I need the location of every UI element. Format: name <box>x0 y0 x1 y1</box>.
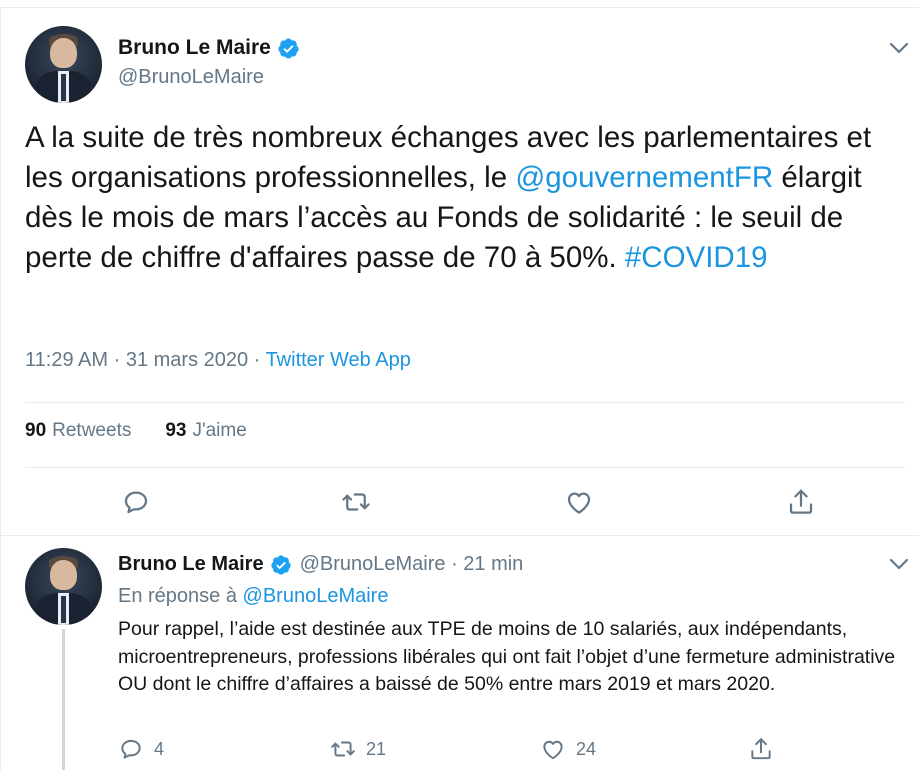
retweet-button[interactable] <box>341 487 371 517</box>
share-icon <box>789 489 813 514</box>
top-divider <box>0 0 919 8</box>
mention-link[interactable]: @gouvernementFR <box>515 161 773 194</box>
like-button[interactable] <box>564 487 594 517</box>
likes-count: 93 <box>165 420 187 441</box>
tweet-time[interactable]: 11:29 AM <box>25 349 108 371</box>
in-reply-prefix: En réponse à <box>118 585 243 607</box>
heart-icon <box>543 740 563 760</box>
avatar-face <box>50 38 77 68</box>
reply-text: Pour rappel, l’aide est destinée aux TPE… <box>118 618 896 695</box>
tweet-text: A la suite de très nombreux échanges ave… <box>25 118 905 278</box>
like-button[interactable]: 24 <box>540 736 596 762</box>
reply-button[interactable] <box>121 487 151 517</box>
author-handle[interactable]: @BrunoLeMaire <box>118 66 264 89</box>
tweet-stats: 90 Retweets 93 J'aime <box>25 420 281 442</box>
reply-icon <box>121 739 141 759</box>
heart-icon <box>567 492 591 514</box>
reply-icon <box>124 491 148 514</box>
reply-author-row[interactable]: Bruno Le Maire @BrunoLeMaire · 21 min <box>118 553 523 576</box>
tweet-page: Bruno Le Maire @BrunoLeMaire A la suite … <box>0 0 919 770</box>
reply-author-display-name[interactable]: Bruno Le Maire <box>118 553 264 576</box>
likes-label: J'aime <box>192 420 247 441</box>
reply-handle-time[interactable]: @BrunoLeMaire · 21 min <box>300 553 524 576</box>
in-reply-to: En réponse à @BrunoLeMaire <box>118 585 388 608</box>
in-reply-handle-link[interactable]: @BrunoLeMaire <box>243 585 389 607</box>
chevron-down-icon[interactable] <box>889 558 909 570</box>
avatar-tie <box>61 595 66 624</box>
reply-button[interactable]: 4 <box>118 736 164 762</box>
reply-actions: 4 21 24 <box>118 736 908 766</box>
share-button[interactable] <box>786 487 816 517</box>
stats-divider-bottom <box>25 467 905 468</box>
tweet-meta: 11:29 AM · 31 mars 2020 · Twitter Web Ap… <box>25 349 411 372</box>
hashtag-link[interactable]: #COVID19 <box>625 241 768 274</box>
avatar-face <box>50 560 77 590</box>
stats-divider-top <box>25 402 905 403</box>
author-name-row[interactable]: Bruno Le Maire <box>118 36 300 60</box>
share-icon <box>751 738 771 760</box>
main-tweet: Bruno Le Maire @BrunoLeMaire A la suite … <box>0 8 919 536</box>
reply-count: 4 <box>154 738 165 759</box>
thread-line <box>62 629 65 770</box>
retweet-icon <box>331 741 355 757</box>
author-display-name[interactable]: Bruno Le Maire <box>118 36 271 60</box>
retweets-label: Retweets <box>52 420 132 441</box>
like-count: 24 <box>576 738 597 759</box>
verified-badge-icon <box>278 37 299 59</box>
chevron-down-icon[interactable] <box>889 42 909 54</box>
likes-stat[interactable]: 93 J'aime <box>165 420 246 442</box>
avatar-tie <box>61 73 66 102</box>
meta-separator: · <box>253 349 261 371</box>
avatar[interactable] <box>25 26 102 103</box>
retweet-icon <box>342 493 370 511</box>
tweet-date[interactable]: 31 mars 2020 <box>126 349 248 371</box>
verified-badge-icon <box>270 554 291 575</box>
retweet-count: 21 <box>366 738 387 759</box>
reply-tweet[interactable]: Bruno Le Maire @BrunoLeMaire · 21 min En… <box>0 537 919 770</box>
avatar[interactable] <box>25 548 102 625</box>
meta-separator: · <box>113 349 121 371</box>
share-button[interactable] <box>748 736 784 762</box>
retweets-stat[interactable]: 90 Retweets <box>25 420 131 442</box>
retweets-count: 90 <box>25 420 47 441</box>
tweet-source[interactable]: Twitter Web App <box>266 349 411 371</box>
retweet-button[interactable]: 21 <box>330 736 386 762</box>
